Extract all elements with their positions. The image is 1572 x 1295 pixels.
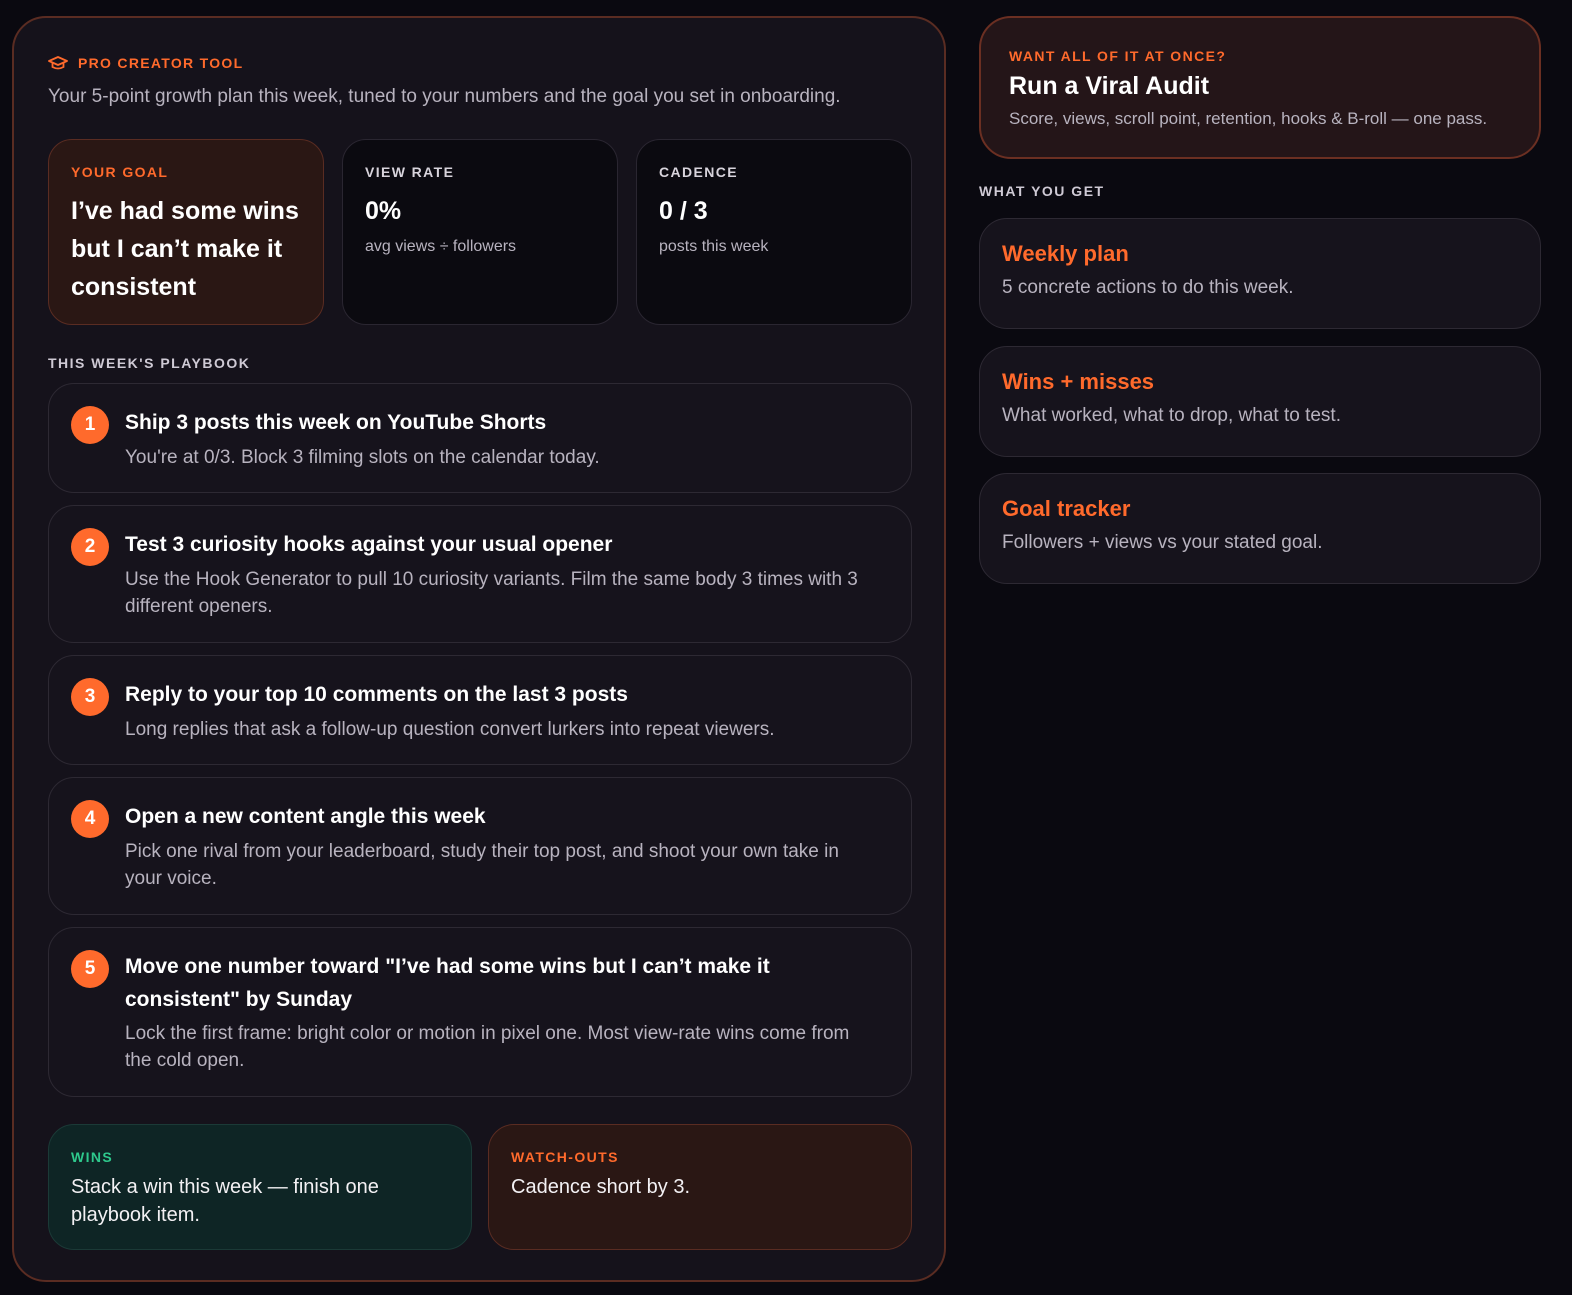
watchouts-label: WATCH-OUTS — [511, 1149, 619, 1165]
playbook-item-body: Lock the first frame: bright color or mo… — [125, 1023, 850, 1071]
what-you-get-heading: WHAT YOU GET — [979, 183, 1105, 199]
playbook-item-title: Ship 3 posts this week on YouTube Shorts — [125, 411, 547, 434]
feature-description: Followers + views vs your stated goal. — [1002, 532, 1323, 553]
feature-description: What worked, what to drop, what to test. — [1002, 405, 1341, 426]
playbook-heading: THIS WEEK'S PLAYBOOK — [48, 355, 251, 371]
playbook-item-1[interactable]: 1 Ship 3 posts this week on YouTube Shor… — [48, 383, 912, 493]
feature-wins-misses: Wins + misses What worked, what to drop,… — [979, 346, 1541, 457]
pro-creator-tool-eyebrow: PRO CREATOR TOOL — [48, 55, 243, 71]
wins-card: WINS Stack a win this week — finish one … — [48, 1124, 472, 1250]
eyebrow-label: PRO CREATOR TOOL — [78, 55, 244, 71]
graduation-cap-icon — [48, 56, 68, 70]
cadence-sub: posts this week — [659, 238, 769, 255]
audit-description: Score, views, scroll point, retention, h… — [1009, 109, 1488, 128]
step-number-badge: 1 — [71, 406, 109, 444]
audit-eyebrow: WANT ALL OF IT AT ONCE? — [1009, 48, 1227, 64]
feature-title: Goal tracker — [1002, 496, 1131, 521]
view-rate-label: VIEW RATE — [365, 164, 455, 180]
feature-title: Weekly plan — [1002, 241, 1129, 266]
feature-weekly-plan: Weekly plan 5 concrete actions to do thi… — [979, 218, 1541, 329]
cadence-label: CADENCE — [659, 164, 739, 180]
playbook-item-2[interactable]: 2 Test 3 curiosity hooks against your us… — [48, 505, 912, 643]
playbook-item-body: Use the Hook Generator to pull 10 curios… — [125, 569, 858, 617]
goal-label: YOUR GOAL — [71, 164, 169, 180]
feature-title: Wins + misses — [1002, 369, 1155, 394]
playbook-item-5[interactable]: 5 Move one number toward "I’ve had some … — [48, 927, 912, 1097]
playbook-item-4[interactable]: 4 Open a new content angle this week Pic… — [48, 777, 912, 915]
playbook-item-body: You're at 0/3. Block 3 filming slots on … — [125, 447, 600, 468]
feature-description: 5 concrete actions to do this week. — [1002, 277, 1294, 298]
playbook-item-title: Test 3 curiosity hooks against your usua… — [125, 533, 613, 556]
playbook-item-body: Long replies that ask a follow-up questi… — [125, 719, 775, 740]
view-rate-card: VIEW RATE 0% avg views ÷ followers — [342, 139, 618, 325]
goal-card: YOUR GOAL I’ve had some wins but I can’t… — [48, 139, 324, 325]
viral-audit-card[interactable]: WANT ALL OF IT AT ONCE? Run a Viral Audi… — [979, 16, 1541, 159]
step-number-badge: 3 — [71, 678, 109, 716]
growth-plan-panel: PRO CREATOR TOOL Your 5-point growth pla… — [12, 16, 946, 1282]
plan-subtitle: Your 5-point growth plan this week, tune… — [48, 86, 841, 107]
wins-text: Stack a win this week — finish one playb… — [71, 1176, 379, 1226]
audit-title: Run a Viral Audit — [1009, 72, 1210, 100]
step-number-badge: 5 — [71, 950, 109, 988]
cadence-value: 0 / 3 — [659, 197, 708, 225]
playbook-item-3[interactable]: 3 Reply to your top 10 comments on the l… — [48, 655, 912, 765]
cadence-card: CADENCE 0 / 3 posts this week — [636, 139, 912, 325]
watchouts-text: Cadence short by 3. — [511, 1176, 690, 1198]
playbook-item-body: Pick one rival from your leaderboard, st… — [125, 841, 839, 889]
goal-value: I’ve had some wins but I can’t make it c… — [71, 197, 299, 301]
view-rate-sub: avg views ÷ followers — [365, 238, 517, 255]
playbook-item-title: Open a new content angle this week — [125, 805, 486, 828]
step-number-badge: 4 — [71, 800, 109, 838]
feature-goal-tracker: Goal tracker Followers + views vs your s… — [979, 473, 1541, 584]
playbook-item-title: Reply to your top 10 comments on the las… — [125, 683, 628, 706]
step-number-badge: 2 — [71, 528, 109, 566]
view-rate-value: 0% — [365, 197, 402, 225]
watchouts-card: WATCH-OUTS Cadence short by 3. — [488, 1124, 912, 1250]
playbook-item-title: Move one number toward "I’ve had some wi… — [125, 955, 770, 1011]
wins-label: WINS — [71, 1149, 114, 1165]
